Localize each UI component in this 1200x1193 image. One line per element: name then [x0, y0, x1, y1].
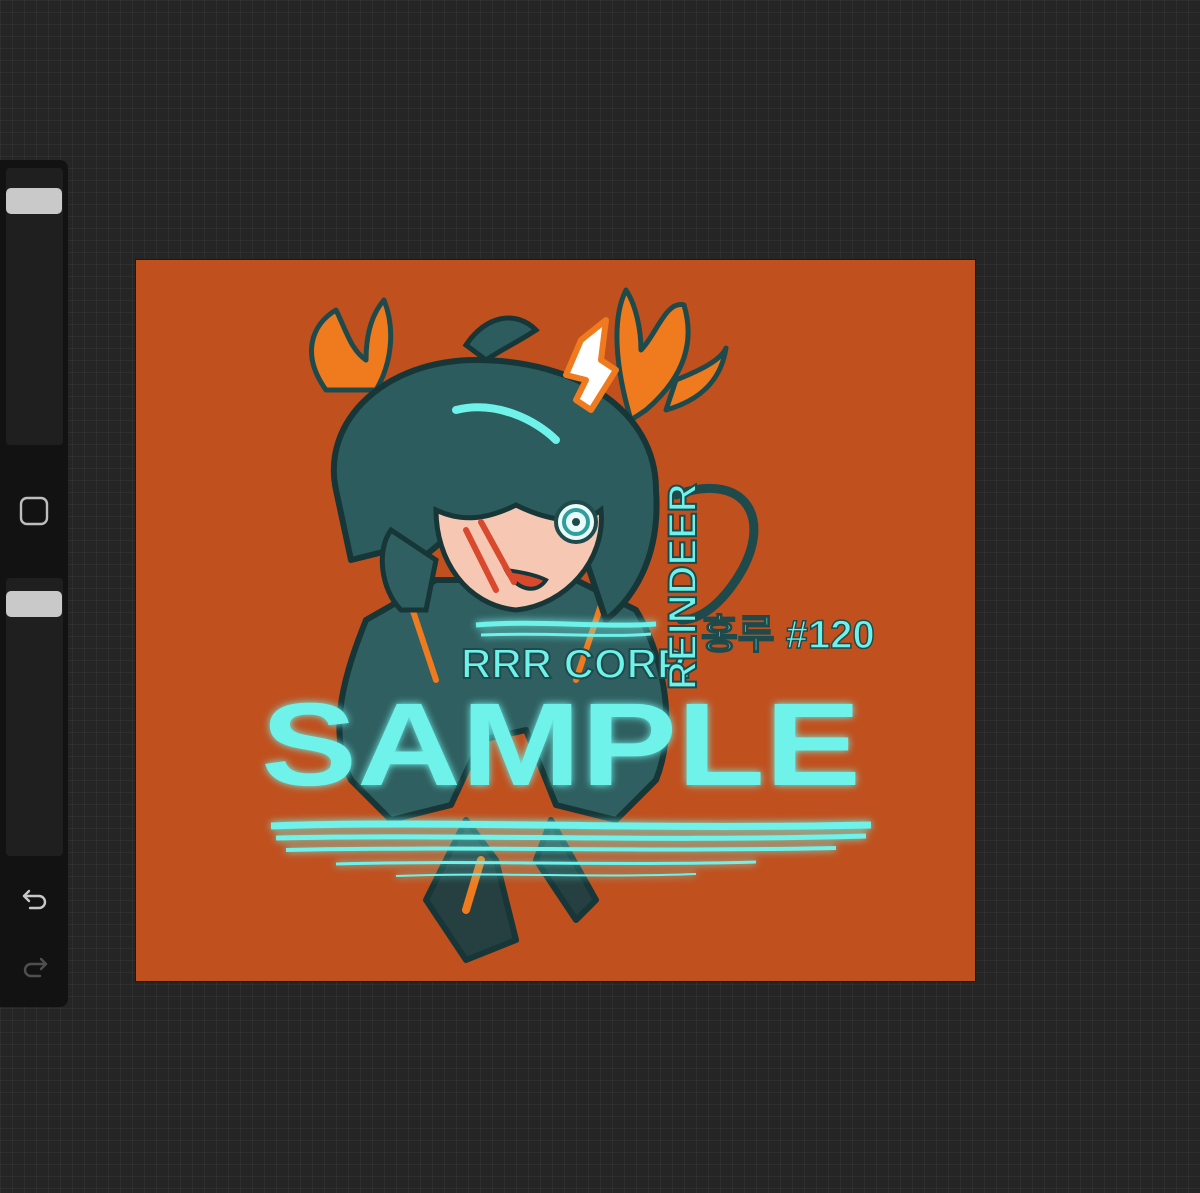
undo-button[interactable] — [17, 880, 53, 916]
brush-opacity-slider[interactable] — [6, 578, 63, 856]
korean-text: 홍루 #120 — [701, 613, 875, 657]
brush-size-thumb[interactable] — [6, 188, 62, 214]
modify-button[interactable] — [17, 494, 51, 528]
antler-right — [614, 287, 729, 423]
drawing-canvas[interactable]: RRR CORP. REINDEER 홍루 #120 SAMPLE — [135, 259, 976, 982]
reindeer-text: REINDEER — [661, 483, 705, 690]
undo-arrow-icon — [22, 889, 47, 910]
sample-watermark: SAMPLE — [261, 679, 861, 811]
square-outline-icon — [19, 496, 49, 526]
left-sidebar — [0, 160, 68, 1007]
brush-opacity-thumb[interactable] — [6, 591, 62, 617]
artwork-illustration: RRR CORP. REINDEER 홍루 #120 SAMPLE — [261, 287, 875, 963]
brush-size-slider[interactable] — [6, 168, 63, 445]
redo-button[interactable] — [17, 948, 53, 984]
redo-arrow-icon — [23, 957, 48, 978]
antler-left — [309, 297, 394, 393]
